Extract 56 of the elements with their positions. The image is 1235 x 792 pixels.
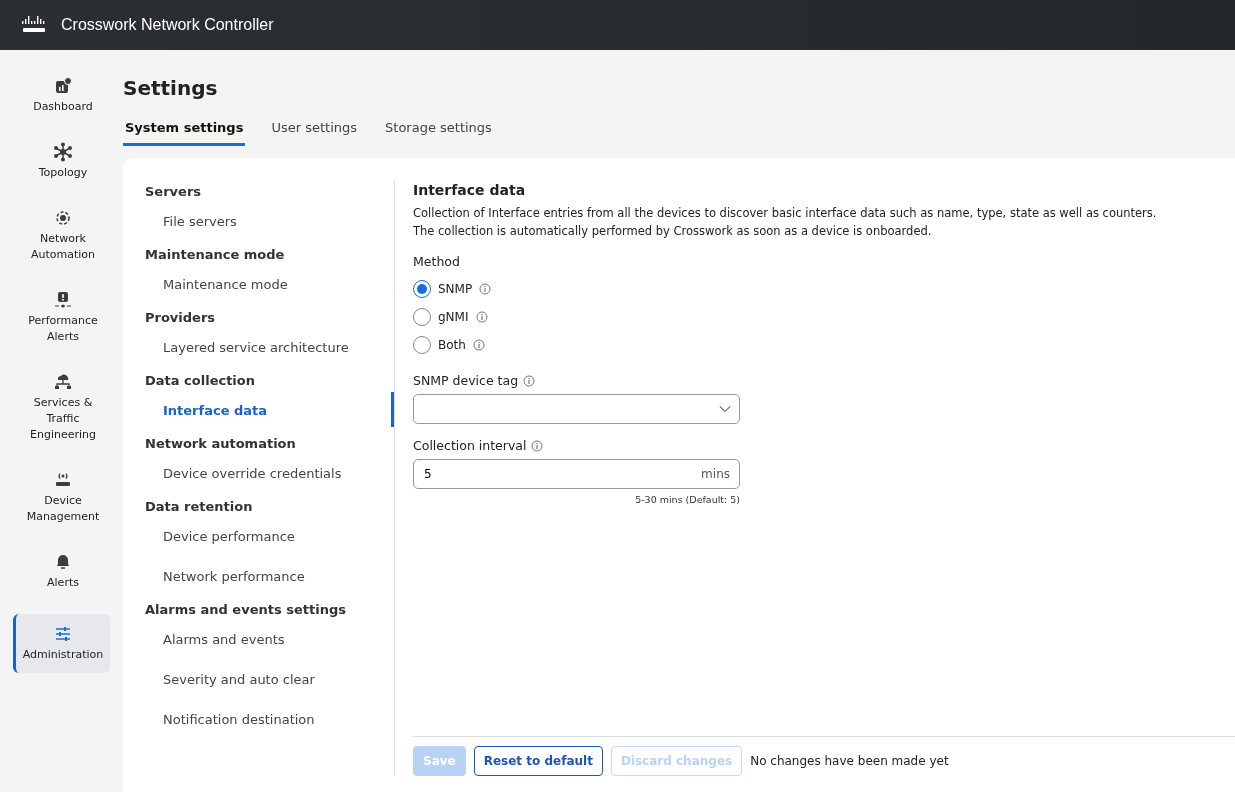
chart-icon xyxy=(53,76,73,96)
info-icon xyxy=(472,339,485,351)
nav-item[interactable]: Dashboard xyxy=(13,72,110,121)
dropdown-field[interactable] xyxy=(413,394,740,424)
menu-item[interactable]: File servers xyxy=(145,203,394,238)
nav-item[interactable]: Performance Alerts xyxy=(13,286,110,351)
menu-heading: Maintenance mode xyxy=(145,246,286,264)
menu-item[interactable]: Maintenance mode xyxy=(145,266,394,301)
cloud-icon xyxy=(53,372,73,392)
radio-label: gNMI xyxy=(438,310,469,324)
description-text: The collection is automatically performed by Crosswork as soon as a device is onboarded. xyxy=(413,223,933,240)
menu-item[interactable]: Alarms and events xyxy=(145,621,394,656)
field-label: Collection interval xyxy=(413,438,527,453)
action-button[interactable]: Reset to default xyxy=(473,746,603,776)
tab[interactable]: User settings xyxy=(269,112,360,146)
radio-label: SNMP xyxy=(438,282,473,296)
description-text: Collection of Interface entries from all the devices to discover basic interface data such as name, type, state as well as counters. xyxy=(413,205,1158,222)
status-text: No changes have been made yet xyxy=(750,754,949,768)
tab[interactable]: System settings xyxy=(123,112,246,146)
menu-item[interactable]: Device performance xyxy=(145,518,394,553)
section-title: Interface data xyxy=(413,182,527,198)
radio-label: Both xyxy=(438,338,466,352)
menu-item[interactable]: Severity and auto clear xyxy=(145,661,394,696)
nav-item[interactable]: Topology xyxy=(13,138,110,187)
field-label: Method xyxy=(413,254,461,269)
chevron-down-icon xyxy=(719,403,731,415)
menu-heading: Data retention xyxy=(145,498,254,516)
menu-heading: Data collection xyxy=(145,372,256,390)
unit-label: mins xyxy=(701,467,730,481)
menu-item[interactable]: Device override credentials xyxy=(145,455,394,490)
nav-item[interactable]: Administration xyxy=(13,614,110,673)
info-icon xyxy=(523,374,536,387)
menu-item[interactable]: Layered service architecture xyxy=(145,329,394,364)
menu-heading: Alarms and events settings xyxy=(145,601,347,619)
target-icon xyxy=(53,208,73,228)
sliders-icon xyxy=(53,624,73,644)
menu-item[interactable]: Network performance xyxy=(145,558,394,593)
nav-item[interactable]: Device Management xyxy=(13,466,110,531)
menu-heading: Providers xyxy=(145,309,217,327)
nav-item[interactable]: Alerts xyxy=(13,548,110,597)
page-title: Settings xyxy=(123,76,219,100)
network-icon xyxy=(53,142,73,162)
menu-heading: Network automation xyxy=(145,435,297,453)
nav-item[interactable]: Services & Traffic Engineering xyxy=(13,368,110,449)
menu-heading: Servers xyxy=(145,183,203,201)
info-icon xyxy=(479,283,492,295)
info-icon xyxy=(475,311,488,323)
info-icon xyxy=(531,439,544,452)
menu-item[interactable]: Interface data xyxy=(145,392,394,427)
field-label: SNMP device tag xyxy=(413,373,519,388)
app-title: Crosswork Network Controller xyxy=(61,16,274,34)
alert-icon xyxy=(53,290,73,310)
hint-text: 5-30 mins (Default: 5) xyxy=(634,494,740,505)
menu-item[interactable]: Notification destination xyxy=(145,701,394,736)
tab[interactable]: Storage settings xyxy=(383,112,494,146)
nav-item[interactable]: Network Automation xyxy=(13,204,110,269)
